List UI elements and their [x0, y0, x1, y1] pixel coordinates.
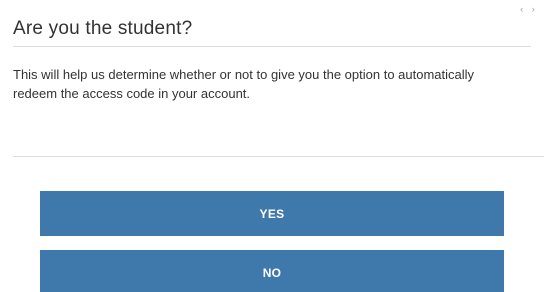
yes-button[interactable]: YES [40, 191, 504, 236]
no-button-label: NO [262, 265, 282, 280]
yes-button-label: YES [259, 206, 285, 221]
student-confirmation-dialog: ‹ › Are you the student? This will help … [0, 0, 544, 292]
close-icon[interactable]: ‹ › [520, 4, 538, 14]
dialog-title: Are you the student? [13, 18, 193, 39]
dialog-message: This will help us determine whether or n… [13, 67, 475, 101]
title-divider [13, 46, 531, 47]
body-divider [13, 156, 544, 157]
no-button[interactable]: NO [40, 250, 504, 292]
